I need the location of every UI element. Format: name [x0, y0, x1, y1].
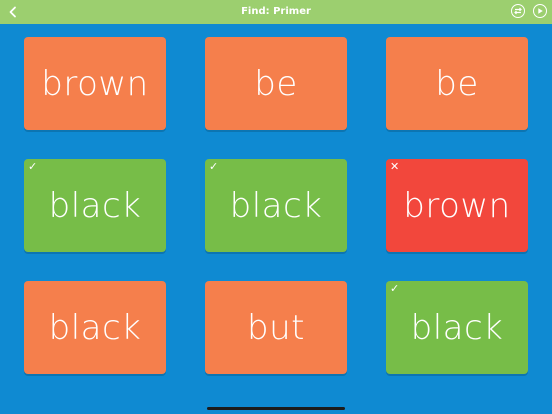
play-button[interactable]	[533, 4, 547, 18]
word-card[interactable]: ✓ black	[24, 159, 166, 252]
swap-icon	[514, 7, 522, 15]
word-label: black	[48, 307, 142, 348]
chevron-left-icon	[9, 6, 16, 18]
swap-button[interactable]	[511, 4, 525, 18]
word-card[interactable]: but	[205, 281, 347, 374]
word-label: black	[48, 185, 142, 226]
word-label: black	[410, 307, 504, 348]
word-card[interactable]: ✕ brown	[386, 159, 528, 252]
cross-icon: ✕	[390, 160, 400, 173]
word-card[interactable]: be	[386, 37, 528, 130]
word-label: be	[254, 63, 298, 104]
word-card[interactable]: brown	[24, 37, 166, 130]
word-label: brown	[403, 185, 511, 226]
page-title: Find: Primer	[241, 6, 311, 17]
word-label: but	[247, 307, 305, 348]
word-card[interactable]: black	[24, 281, 166, 374]
play-icon	[538, 8, 543, 14]
check-icon: ✓	[390, 282, 400, 295]
back-button[interactable]	[4, 0, 22, 24]
word-card[interactable]: ✓ black	[205, 159, 347, 252]
word-card[interactable]: be	[205, 37, 347, 130]
word-label: brown	[41, 63, 149, 104]
word-label: black	[229, 185, 323, 226]
check-icon: ✓	[209, 160, 219, 173]
check-icon: ✓	[28, 160, 38, 173]
home-indicator	[207, 407, 345, 410]
word-card[interactable]: ✓ black	[386, 281, 528, 374]
word-label: be	[435, 63, 479, 104]
